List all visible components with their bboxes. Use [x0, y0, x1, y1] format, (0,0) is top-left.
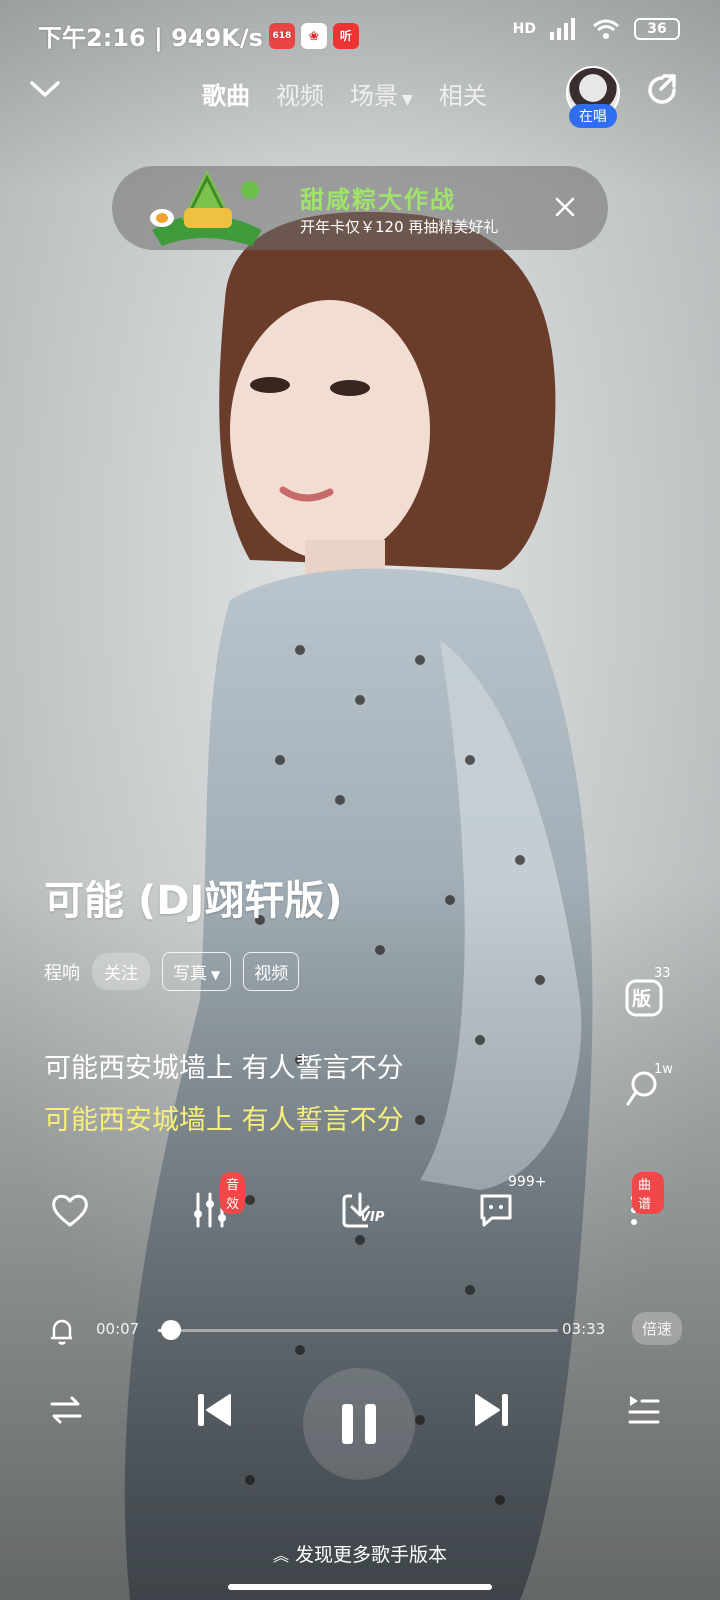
progress-row: 00:07 03:33 倍速 — [0, 1310, 720, 1350]
signal-icon — [550, 18, 575, 40]
lyric-line[interactable]: 可能西安城墙上 有人誓言不分 — [44, 1046, 404, 1085]
banner-title: 甜咸粽大作战 — [300, 186, 456, 214]
progress-track[interactable] — [158, 1329, 558, 1332]
total-time: 03:33 — [562, 1320, 606, 1338]
current-time: 00:07 — [96, 1320, 140, 1338]
tab-bar: 歌曲 视频 场景 ▼ 相关 — [202, 76, 487, 111]
artist-name[interactable]: 程响 — [44, 959, 80, 985]
status-left: 下午2:16 | 949K/s 618 ❀ 听 — [38, 18, 359, 53]
unicom-icon: ❀ — [300, 22, 327, 49]
song-meta-row: 程响 关注 写真 ▼ 视频 — [44, 952, 300, 991]
more-button[interactable]: 曲谱 — [604, 1172, 664, 1240]
play-pause-button[interactable] — [303, 1368, 415, 1480]
follow-button[interactable]: 关注 — [92, 953, 150, 990]
score-badge: 曲谱 — [632, 1172, 664, 1214]
comment-icon — [480, 1194, 512, 1227]
sound-effect-badge: 音效 — [220, 1172, 246, 1214]
battery-indicator: 36 — [634, 18, 680, 40]
next-track-icon[interactable] — [474, 1392, 510, 1428]
double-chevron-up-icon: ︽ — [272, 1546, 289, 1565]
caret-down-icon: ▼ — [211, 968, 221, 982]
banner-subtitle: 开年卡仅￥120 再抽精美好礼 — [300, 218, 499, 236]
taobao-618-icon: 618 — [268, 22, 295, 49]
wifi-icon — [593, 19, 619, 39]
progress-knob[interactable] — [161, 1320, 182, 1340]
previous-track-icon[interactable] — [196, 1392, 232, 1428]
pause-icon — [342, 1404, 376, 1444]
bell-icon[interactable] — [48, 1316, 76, 1346]
playlist-icon[interactable] — [626, 1392, 660, 1426]
now-singing-badge: 在唱 — [569, 104, 617, 128]
close-icon[interactable] — [550, 192, 580, 222]
vip-label: VIP — [360, 1210, 385, 1225]
sound-effect-button[interactable]: 音效 — [180, 1172, 246, 1240]
comment-count: 999+ — [508, 1174, 547, 1190]
status-time-speed: 下午2:16 | 949K/s — [38, 24, 263, 52]
top-nav: 歌曲 视频 场景 ▼ 相关 在唱 — [0, 66, 720, 128]
ringtone-button[interactable]: 1w — [624, 1062, 673, 1114]
tab-related[interactable]: 相关 — [439, 76, 487, 111]
ringtone-count: 1w — [654, 1062, 673, 1077]
caret-down-icon: ▼ — [402, 92, 413, 108]
video-button[interactable]: 视频 — [243, 952, 300, 991]
tab-video[interactable]: 视频 — [276, 76, 324, 111]
comment-button[interactable]: 999+ — [466, 1174, 546, 1240]
now-singing-avatar[interactable]: 在唱 — [566, 66, 624, 134]
photo-button[interactable]: 写真 ▼ — [162, 952, 232, 991]
version-count: 33 — [654, 966, 671, 981]
playback-speed-button[interactable]: 倍速 — [632, 1312, 683, 1345]
tab-scene[interactable]: 场景 ▼ — [350, 76, 413, 111]
more-versions-label: 发现更多歌手版本 — [295, 1544, 448, 1566]
version-label: 版 — [632, 988, 652, 1010]
lyric-line-current[interactable]: 可能西安城墙上 有人誓言不分 — [44, 1098, 404, 1137]
status-right: HD 36 — [513, 18, 680, 40]
version-button[interactable]: 版 33 — [624, 966, 671, 1020]
like-button[interactable] — [40, 1180, 100, 1240]
share-icon[interactable] — [644, 72, 680, 108]
tab-song[interactable]: 歌曲 — [202, 76, 250, 111]
action-row: 音效 VIP 999+ 曲谱 — [0, 1172, 720, 1270]
chevron-down-icon[interactable] — [28, 78, 62, 100]
song-title: 可能 (DJ翊轩版) — [44, 878, 343, 924]
network-hd-label: HD — [512, 21, 536, 37]
heart-icon — [52, 1194, 88, 1227]
promo-banner[interactable]: 甜咸粽大作战 开年卡仅￥120 再抽精美好礼 — [112, 166, 608, 250]
zongzi-illustration-icon — [150, 170, 262, 246]
more-versions-link[interactable]: ︽ 发现更多歌手版本 — [0, 1540, 720, 1567]
status-bar: 下午2:16 | 949K/s 618 ❀ 听 HD 36 — [0, 0, 720, 62]
download-button[interactable]: VIP — [330, 1180, 390, 1240]
home-indicator[interactable] — [228, 1584, 492, 1590]
listen-app-icon: 听 — [332, 22, 359, 49]
shuffle-repeat-icon[interactable] — [48, 1394, 84, 1426]
playback-controls — [0, 1368, 720, 1500]
